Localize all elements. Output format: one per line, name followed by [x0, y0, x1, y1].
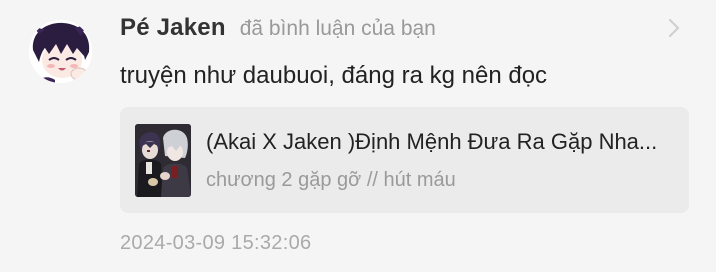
user-avatar[interactable]: [29, 20, 92, 83]
action-text: đã bình luận của bạn: [239, 17, 436, 40]
chevron-right-icon[interactable]: [664, 16, 684, 40]
user-name[interactable]: Pé Jaken: [120, 14, 226, 42]
story-chapter: chương 2 gặp gỡ // hút máu: [206, 169, 456, 191]
notification-header: Pé Jaken đã bình luận của bạn: [120, 14, 436, 44]
story-title[interactable]: (Akai X Jaken )Định Mệnh Đưa Ra Gặp Nha.…: [206, 129, 676, 155]
anime-character-avatar-icon: [29, 20, 92, 83]
story-cover-image: [135, 124, 191, 197]
story-card[interactable]: (Akai X Jaken )Định Mệnh Đưa Ra Gặp Nha.…: [120, 107, 689, 213]
comment-notification[interactable]: Pé Jaken đã bình luận của bạn truyện như…: [0, 0, 716, 272]
notification-timestamp: 2024-03-09 15:32:06: [120, 232, 312, 254]
comment-text: truyện như daubuoi, đáng ra kg nên đọc: [120, 62, 548, 89]
